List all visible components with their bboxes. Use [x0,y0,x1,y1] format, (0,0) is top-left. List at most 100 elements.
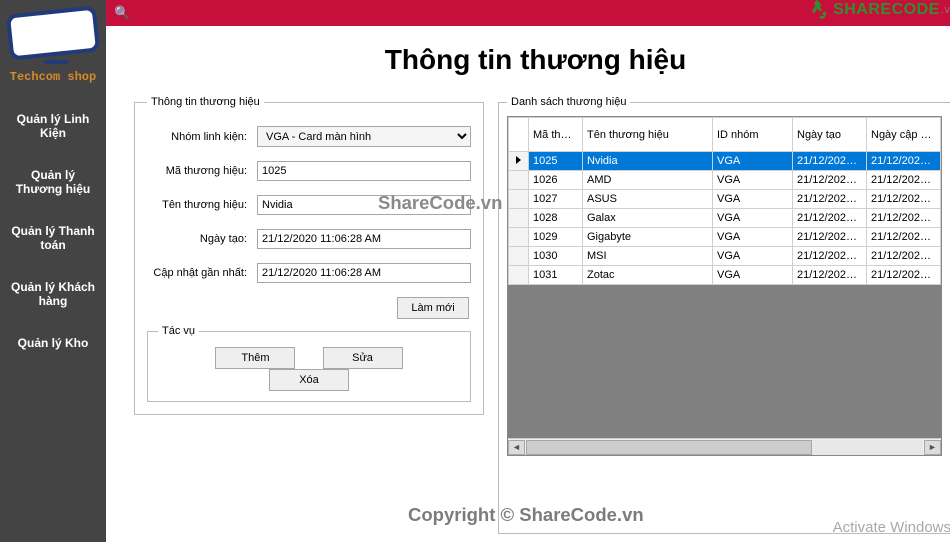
cell-updated[interactable]: 21/12/2020 ... [867,266,941,285]
cell-created[interactable]: 21/12/2020 ... [793,171,867,190]
cell-created[interactable]: 21/12/2020 ... [793,228,867,247]
brand-info-fieldset: Thông tin thương hiệu Nhóm linh kiện: VG… [134,96,484,415]
cell-group[interactable]: VGA [713,228,793,247]
col-id[interactable]: Mã thương hiệu [529,118,583,152]
cell-group[interactable]: VGA [713,266,793,285]
row-header [509,209,529,228]
input-created[interactable] [257,229,471,249]
delete-button[interactable]: Xóa [269,369,349,391]
input-brand-name[interactable] [257,195,471,215]
cell-group[interactable]: VGA [713,190,793,209]
grid-empty-area [508,285,941,438]
cell-created[interactable]: 21/12/2020 ... [793,209,867,228]
cell-id[interactable]: 1029 [529,228,583,247]
label-brand-name: Tên thương hiệu: [147,199,257,211]
cell-name[interactable]: MSI [583,247,713,266]
grid-hscrollbar[interactable]: ◄ ► [508,438,941,455]
cell-updated[interactable]: 21/12/2020 ... [867,209,941,228]
cell-id[interactable]: 1025 [529,152,583,171]
cell-created[interactable]: 21/12/2020 ... [793,152,867,171]
refresh-button[interactable]: Làm mới [397,297,469,319]
row-header [509,266,529,285]
cell-id[interactable]: 1030 [529,247,583,266]
cell-updated[interactable]: 21/12/2020 ... [867,171,941,190]
cell-id[interactable]: 1028 [529,209,583,228]
cell-group[interactable]: VGA [713,209,793,228]
main-panel: SHARECODE .vn 🔍 Thông tin thương hiệu Th… [106,0,950,542]
label-group: Nhóm linh kiện: [147,131,257,143]
sidebar-item-thanh-toan[interactable]: Quản lý Thanh toán [0,210,106,266]
content-area: Thông tin thương hiệu Nhóm linh kiện: VG… [106,96,950,542]
sidebar-item-linh-kien[interactable]: Quản lý Linh Kiện [0,98,106,154]
list-column: Danh sách thương hiệu Mã thương hiệu Tên… [498,96,950,534]
recycle-icon [809,0,829,20]
cell-name[interactable]: Nvidia [583,152,713,171]
brand-list-legend: Danh sách thương hiệu [507,96,630,108]
table-row[interactable]: 1026AMDVGA21/12/2020 ...21/12/2020 ... [509,171,941,190]
col-created[interactable]: Ngày tạo [793,118,867,152]
sharecode-suffix: .vn [941,4,950,16]
table-row[interactable]: 1025NvidiaVGA21/12/2020 ...21/12/2020 ..… [509,152,941,171]
row-created: Ngày tạo: [147,229,471,249]
sidebar-nav: Quản lý Linh Kiện Quản lý Thương hiệu Qu… [0,98,106,364]
brand-list-fieldset: Danh sách thương hiệu Mã thương hiệu Tên… [498,96,950,534]
row-updated: Cập nhật gần nhất: [147,263,471,283]
edit-button[interactable]: Sửa [323,347,403,369]
cell-created[interactable]: 21/12/2020 ... [793,190,867,209]
select-group[interactable]: VGA - Card màn hình [257,126,471,147]
cell-name[interactable]: Galax [583,209,713,228]
scroll-track[interactable] [526,440,923,455]
monitor-icon [8,10,98,66]
sidebar-item-thuong-hieu[interactable]: Quản lý Thương hiệu [0,154,106,210]
grid-corner [509,118,529,152]
input-brand-id[interactable] [257,161,471,181]
scroll-thumb[interactable] [526,440,812,455]
cell-created[interactable]: 21/12/2020 ... [793,247,867,266]
cell-updated[interactable]: 21/12/2020 ... [867,190,941,209]
cell-group[interactable]: VGA [713,171,793,190]
brand-grid[interactable]: Mã thương hiệu Tên thương hiệu ID nhóm N… [508,117,941,285]
table-row[interactable]: 1029GigabyteVGA21/12/2020 ...21/12/2020 … [509,228,941,247]
sidebar-item-kho[interactable]: Quản lý Kho [0,322,106,364]
cell-group[interactable]: VGA [713,247,793,266]
search-icon: 🔍 [114,5,130,21]
row-header [509,190,529,209]
cell-id[interactable]: 1026 [529,171,583,190]
row-group: Nhóm linh kiện: VGA - Card màn hình [147,126,471,147]
table-row[interactable]: 1028GalaxVGA21/12/2020 ...21/12/2020 ... [509,209,941,228]
row-header [509,247,529,266]
row-id: Mã thương hiệu: [147,161,471,181]
shop-name: Techcom shop [8,70,98,84]
cell-updated[interactable]: 21/12/2020 ... [867,228,941,247]
cell-created[interactable]: 21/12/2020 ... [793,266,867,285]
logo-box: Techcom shop [0,0,106,90]
add-button[interactable]: Thêm [215,347,295,369]
scroll-left-icon[interactable]: ◄ [508,440,525,455]
col-group[interactable]: ID nhóm [713,118,793,152]
grid-wrap: Mã thương hiệu Tên thương hiệu ID nhóm N… [507,116,942,456]
sharecode-brand: SHARECODE [833,1,940,19]
row-name: Tên thương hiệu: [147,195,471,215]
cell-name[interactable]: Zotac [583,266,713,285]
input-updated[interactable] [257,263,471,283]
cell-name[interactable]: ASUS [583,190,713,209]
actions-fieldset: Tác vụ Thêm Sửa Xóa [147,325,471,402]
table-row[interactable]: 1030MSIVGA21/12/2020 ...21/12/2020 ... [509,247,941,266]
table-row[interactable]: 1031ZotacVGA21/12/2020 ...21/12/2020 ... [509,266,941,285]
form-column: Thông tin thương hiệu Nhóm linh kiện: VG… [134,96,484,534]
sidebar-item-khach-hang[interactable]: Quản lý Khách hàng [0,266,106,322]
cell-name[interactable]: AMD [583,171,713,190]
cell-updated[interactable]: 21/12/2020 ... [867,247,941,266]
row-selected-icon [516,156,521,164]
row-header [509,228,529,247]
cell-group[interactable]: VGA [713,152,793,171]
cell-name[interactable]: Gigabyte [583,228,713,247]
cell-id[interactable]: 1031 [529,266,583,285]
cell-updated[interactable]: 21/12/2020 ... [867,152,941,171]
label-brand-id: Mã thương hiệu: [147,165,257,177]
table-row[interactable]: 1027ASUSVGA21/12/2020 ...21/12/2020 ... [509,190,941,209]
col-name[interactable]: Tên thương hiệu [583,118,713,152]
col-updated[interactable]: Ngày cập nhật [867,118,941,152]
cell-id[interactable]: 1027 [529,190,583,209]
scroll-right-icon[interactable]: ► [924,440,941,455]
